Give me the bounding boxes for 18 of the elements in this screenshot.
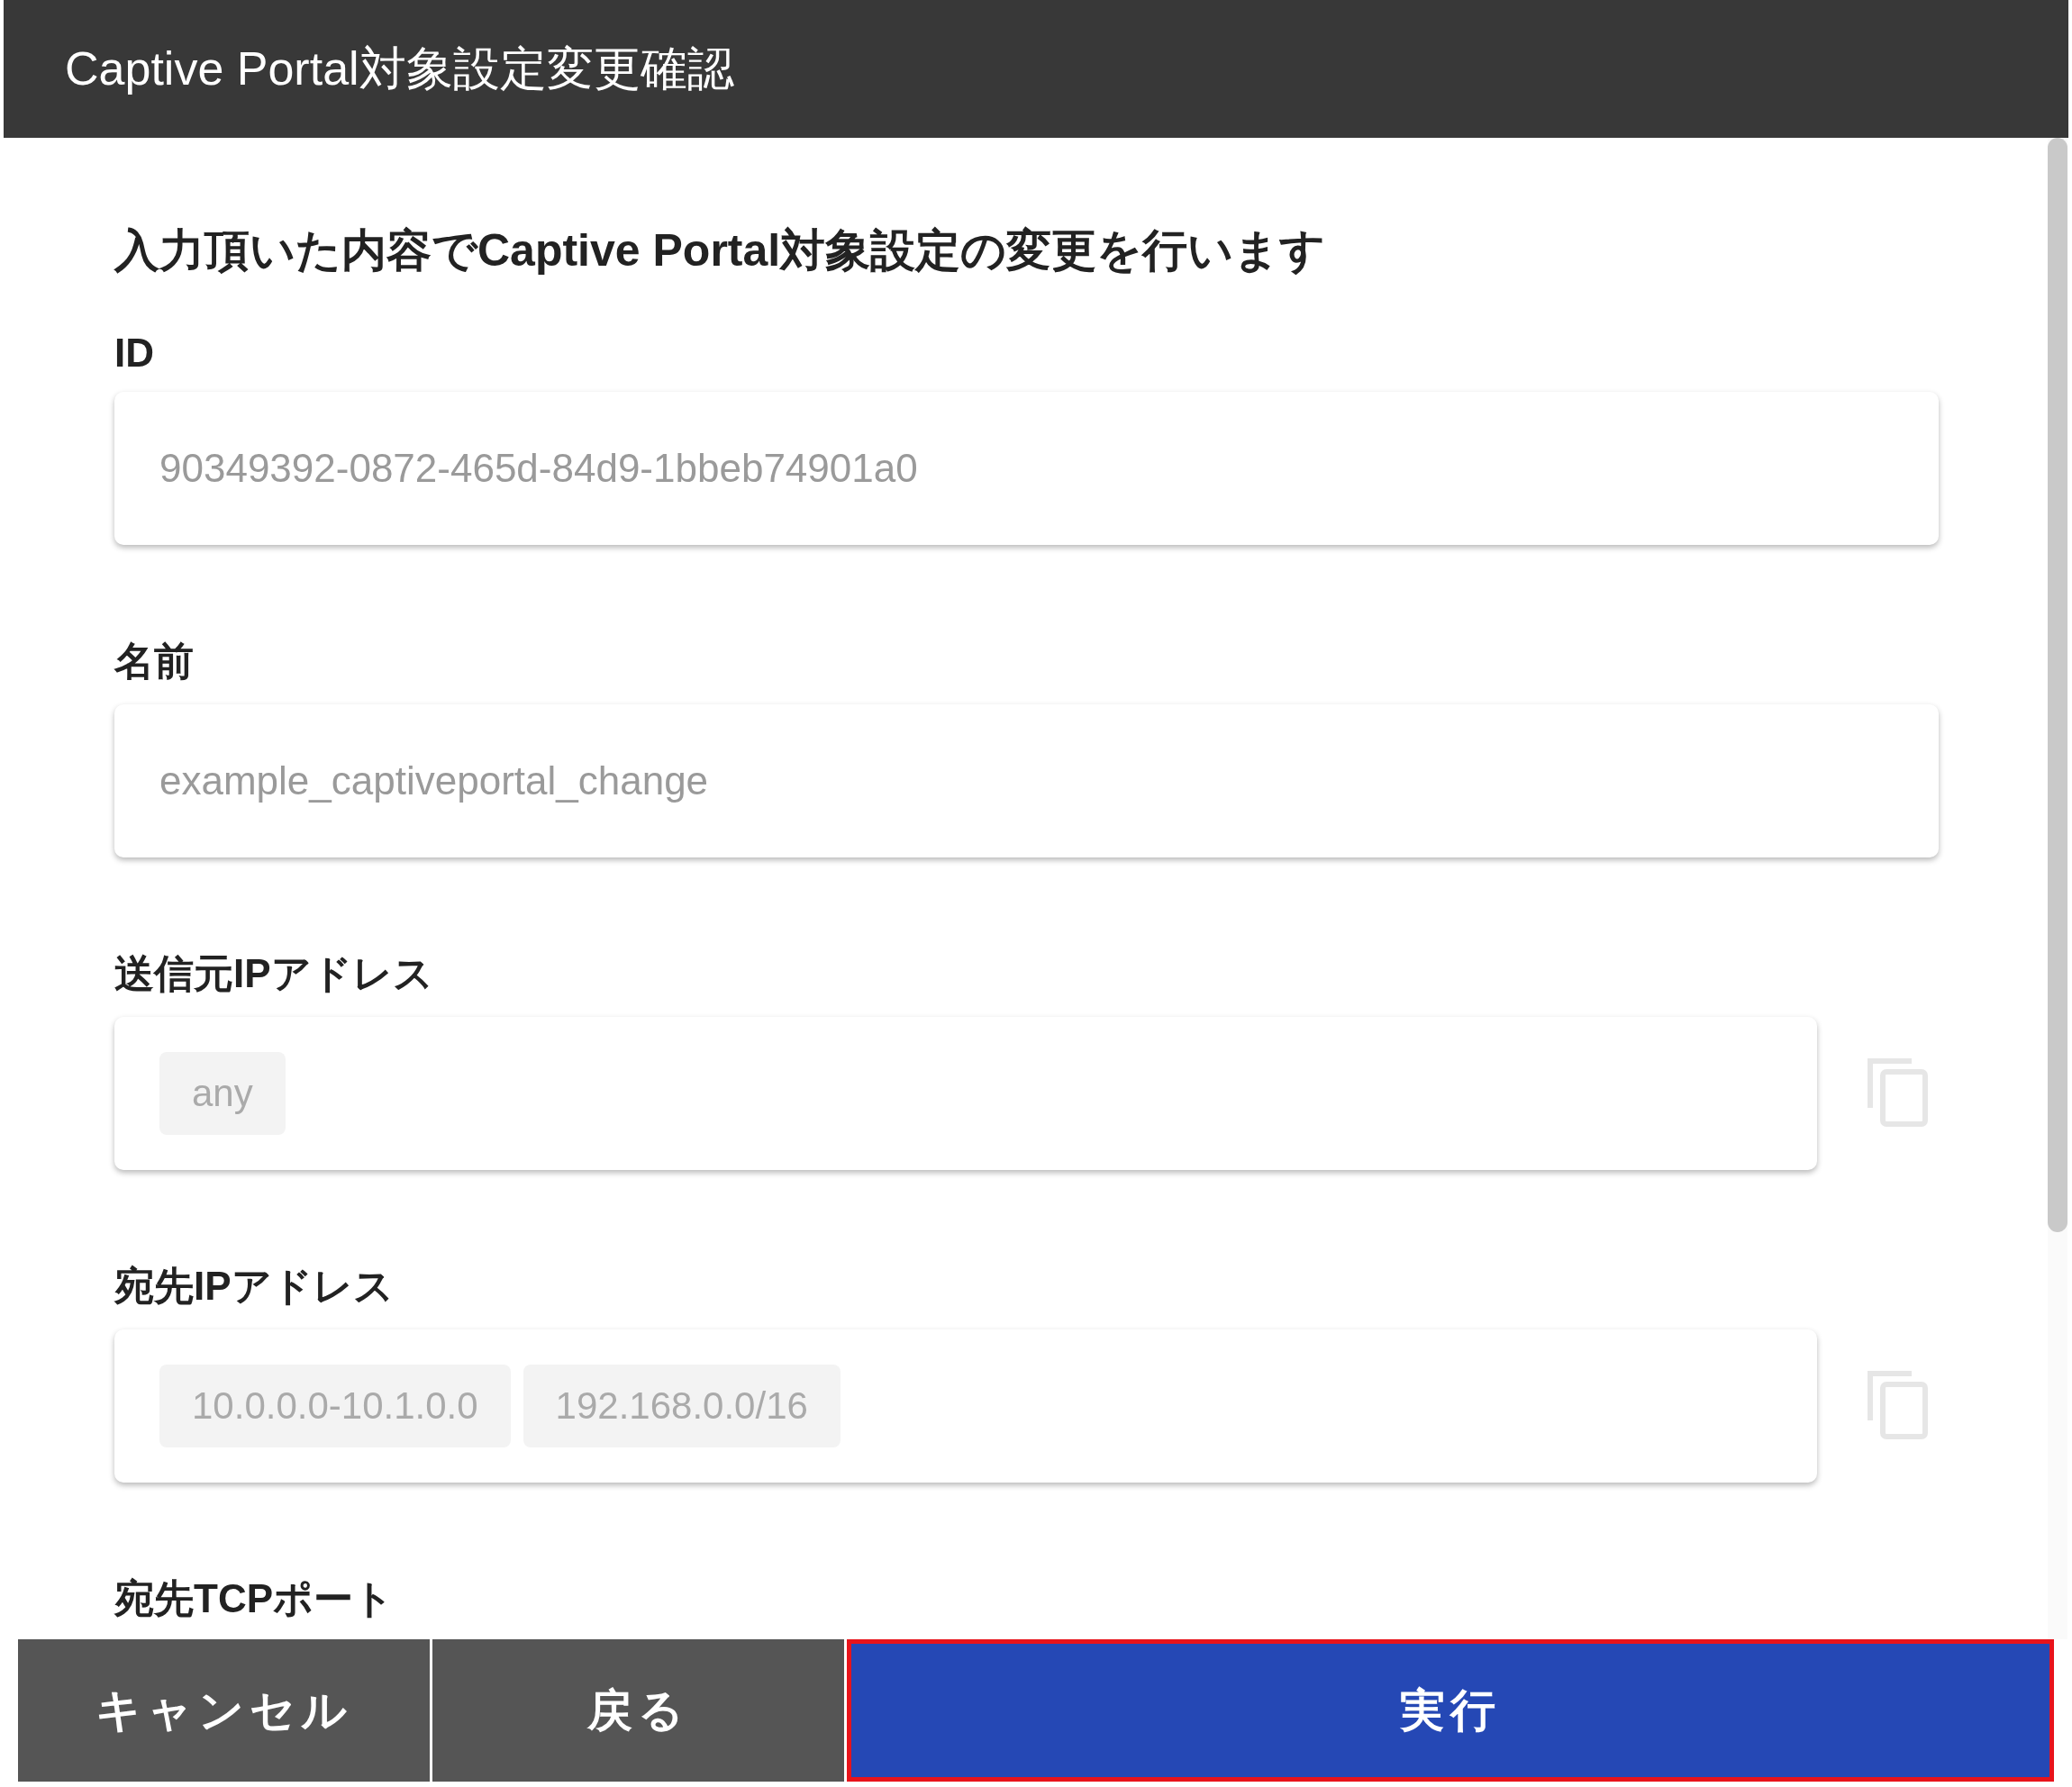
field-label: ID [114,331,155,376]
ip-chip: 192.168.0.0/16 [523,1365,841,1447]
field-label: 宛先TCPポート [114,1575,395,1622]
back-button[interactable]: 戻る [432,1639,844,1782]
copy-icon[interactable] [1867,1370,1930,1442]
confirmation-message: 入力頂いた内容でCaptive Portal対象設定の変更を行います [114,224,1327,277]
cancel-button[interactable]: キャンセル [18,1639,430,1782]
ip-chip: 10.0.0.0-10.1.0.0 [159,1365,511,1447]
execute-button[interactable]: 実行 [847,1639,2054,1782]
field-value: 90349392-0872-465d-84d9-1bbeb74901a0 [159,446,918,491]
field-label: 送信元IPアドレス [114,950,434,997]
dialog-title: Captive Portal対象設定変更確認 [65,41,734,96]
ip-chip: any [159,1052,286,1135]
field-label: 名前 [114,638,195,685]
field-value: example_captiveportal_change [159,758,709,803]
scrollbar[interactable] [2048,138,2067,1639]
copy-icon[interactable] [1867,1057,1930,1129]
field-label: 宛先IPアドレス [114,1263,395,1310]
